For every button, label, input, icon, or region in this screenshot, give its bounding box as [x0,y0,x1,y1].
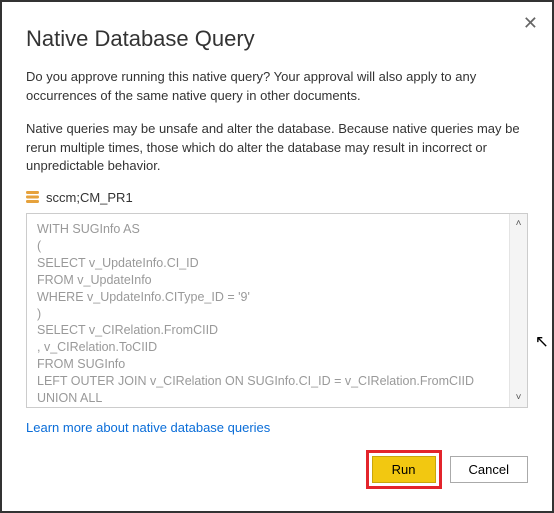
query-content: WITH SUGInfo AS ( SELECT v_UpdateInfo.CI… [37,221,501,408]
scroll-down-icon[interactable]: ˅ [516,392,522,403]
query-textarea[interactable]: WITH SUGInfo AS ( SELECT v_UpdateInfo.CI… [26,213,528,408]
learn-more-link[interactable]: Learn more about native database queries [26,420,270,435]
warning-paragraph: Native queries may be unsafe and alter t… [26,120,528,177]
cancel-button[interactable]: Cancel [450,456,528,483]
database-icon [26,190,39,205]
approval-paragraph: Do you approve running this native query… [26,68,528,106]
database-label: sccm;CM_PR1 [46,190,133,205]
run-button[interactable]: Run [372,456,436,483]
scrollbar[interactable]: ˄ ˅ [509,214,527,407]
run-highlight: Run [366,450,442,489]
close-icon[interactable]: ✕ [523,14,538,32]
mouse-cursor-icon: ↖ [535,332,549,352]
database-row: sccm;CM_PR1 [26,190,528,205]
dialog-frame: ✕ Native Database Query Do you approve r… [0,0,554,513]
scroll-up-icon[interactable]: ˄ [516,218,522,229]
button-row: Run Cancel [366,450,528,489]
dialog-title: Native Database Query [26,26,528,52]
